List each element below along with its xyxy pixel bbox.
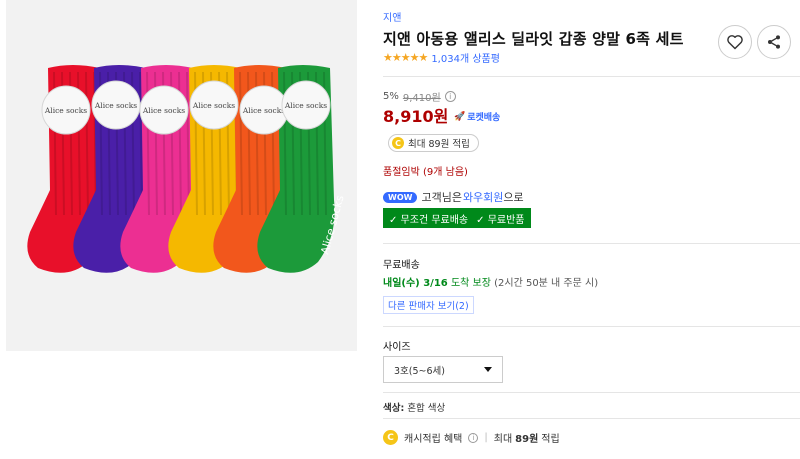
delivery-date-bold: 내일(수) 3/16 xyxy=(383,278,448,289)
wow-text-before: 고객님은 xyxy=(421,191,462,204)
sock-tag: Alice socks xyxy=(91,80,141,130)
info-icon[interactable]: i xyxy=(444,91,456,102)
review-count-link[interactable]: 1,034개 상품평 xyxy=(431,50,500,65)
share-icon xyxy=(768,35,780,49)
size-select[interactable]: 3호(5~6세) xyxy=(383,356,503,383)
other-sellers-button[interactable]: 다른 판매자 보기(2) xyxy=(383,296,474,314)
size-label: 사이즈 xyxy=(383,342,411,353)
sock-tag-text: Alice socks xyxy=(242,106,285,115)
separator: | xyxy=(484,432,488,443)
cash-benefit-label: 캐시적립 혜택 xyxy=(404,434,463,445)
size-value: 3호(5~6세) xyxy=(394,365,445,377)
heart-icon xyxy=(727,35,743,50)
divider xyxy=(383,418,800,419)
color-label: 색상: xyxy=(383,403,405,414)
rating-row[interactable]: ★★★★★ 1,034개 상품평 xyxy=(383,50,500,65)
delivery-note: (2시간 50분 내 주문 시) xyxy=(494,278,599,289)
free-return-benefit: ✓ 무료반품 xyxy=(476,214,525,226)
wow-benefits-box: ✓ 무조건 무료배송 ✓ 무료반품 xyxy=(383,208,531,228)
color-value: 혼합 색상 xyxy=(407,403,446,414)
delivery-guarantee: 도착 보장 xyxy=(450,278,491,289)
sock-tag-text: Alice socks xyxy=(44,106,87,115)
divider xyxy=(383,243,800,244)
cash-benefit-amount: 89원 xyxy=(515,434,539,445)
rocket-label: 로켓배송 xyxy=(467,113,501,123)
sock-tag-text: Alice socks xyxy=(94,101,137,110)
sock-tag-text: Alice socks xyxy=(284,101,327,110)
brand-link[interactable]: 지앤 xyxy=(383,9,401,24)
divider xyxy=(383,76,800,77)
wow-text-after: 으로 xyxy=(503,191,524,204)
cash-benefit-row: C 캐시적립 혜택 i | 최대 89원 적립 xyxy=(383,430,560,445)
rocket-icon: 🚀 xyxy=(454,111,466,122)
sock-tag: Alice socks xyxy=(189,80,239,130)
cash-benefit-suffix: 적립 xyxy=(541,434,560,445)
cash-coin-icon: C xyxy=(392,137,404,149)
wow-badge: WOW xyxy=(383,191,418,203)
cash-reward-text: 최대 89원 적립 xyxy=(408,139,470,150)
rocket-delivery-badge: 🚀 로켓배송 xyxy=(454,110,501,124)
chevron-down-icon xyxy=(484,367,492,372)
wow-member-link[interactable]: 와우회원 xyxy=(463,189,503,205)
wow-member-row: WOW 고객님은 와우회원 으로 xyxy=(383,189,524,205)
sock-tag: Alice socks xyxy=(239,85,289,135)
discount-rate: 5% xyxy=(383,91,399,102)
share-button[interactable] xyxy=(757,25,791,59)
sock-tag: Alice socks xyxy=(281,80,331,130)
cash-benefit-max: 최대 xyxy=(493,434,513,445)
stock-urgency: 품절임박 (9개 남음) xyxy=(383,167,468,178)
free-shipping-benefit: ✓ 무조건 무료배송 xyxy=(389,214,469,226)
wishlist-button[interactable] xyxy=(718,25,752,59)
divider xyxy=(383,392,800,393)
discount-row: 5% 9,410원 i xyxy=(383,89,456,104)
delivery-date: 내일(수) 3/16 도착 보장 (2시간 50분 내 주문 시) xyxy=(383,274,598,289)
sock-tag: Alice socks xyxy=(139,85,189,135)
star-rating: ★★★★★ xyxy=(383,51,428,64)
divider xyxy=(383,326,800,327)
sock-tag: Alice socks xyxy=(41,85,91,135)
product-image[interactable]: Alice socks Alice socks Alice socks Alice s… xyxy=(6,0,357,351)
cash-reward-pill: C 최대 89원 적립 xyxy=(388,134,479,152)
sale-price: 8,910원 xyxy=(383,107,449,126)
cash-coin-icon: C xyxy=(383,430,398,445)
info-icon[interactable]: i xyxy=(468,432,479,443)
sock-tag-text: Alice socks xyxy=(142,106,185,115)
original-price: 9,410원 xyxy=(402,93,441,104)
color-option: 색상: 혼합 색상 xyxy=(383,400,445,414)
delivery-title: 무료배송 xyxy=(383,260,420,271)
sock-tag-text: Alice socks xyxy=(192,101,235,110)
socks-illustration: Alice socksAlice socksAlice socksAlice s… xyxy=(27,65,347,273)
product-title: 지앤 아동용 앨리스 딜라잇 갑종 양말 6족 세트 xyxy=(383,30,684,48)
